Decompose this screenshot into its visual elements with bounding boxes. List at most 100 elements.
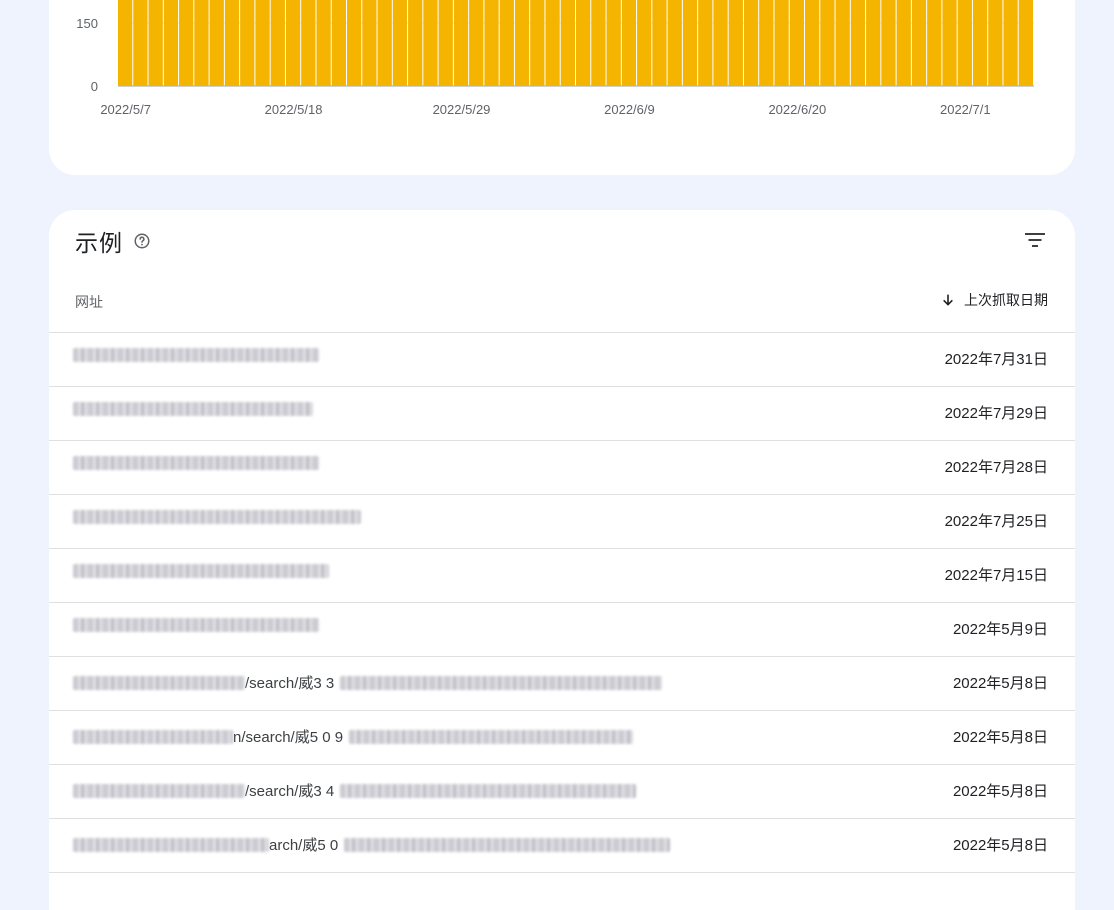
chart-bar[interactable] bbox=[469, 0, 484, 86]
chart-bar[interactable] bbox=[759, 0, 774, 86]
chart-bar[interactable] bbox=[484, 0, 499, 86]
chart-bar[interactable] bbox=[652, 0, 667, 86]
row-url[interactable] bbox=[73, 402, 313, 416]
chart-bar[interactable] bbox=[927, 0, 942, 86]
chart-bar[interactable] bbox=[728, 0, 743, 86]
x-tick-label: 2022/5/29 bbox=[433, 102, 491, 117]
chart-bar[interactable] bbox=[850, 0, 866, 87]
row-date: 2022年7月25日 bbox=[944, 513, 1048, 530]
table-row[interactable]: 2022年5月9日 bbox=[49, 603, 1075, 657]
chart-bar[interactable] bbox=[560, 0, 575, 86]
examples-header: 示例 bbox=[75, 224, 151, 258]
chart-bar[interactable] bbox=[163, 0, 179, 86]
column-header-url[interactable]: 网址 bbox=[75, 292, 103, 312]
chart-bar[interactable] bbox=[774, 0, 789, 86]
chart-bar[interactable] bbox=[957, 0, 972, 86]
chart-bar[interactable] bbox=[621, 0, 637, 86]
chart-bar[interactable] bbox=[331, 0, 346, 86]
chart-bar[interactable] bbox=[408, 0, 423, 86]
y-tick-label: 0 bbox=[91, 79, 98, 94]
chart-bar[interactable] bbox=[545, 0, 560, 86]
row-date: 2022年5月8日 bbox=[952, 783, 1048, 800]
row-date: 2022年5月8日 bbox=[952, 837, 1048, 854]
table-row[interactable]: 2022年7月28日 bbox=[49, 441, 1075, 495]
examples-title: 示例 bbox=[75, 230, 123, 256]
chart-bar[interactable] bbox=[820, 0, 835, 87]
column-header-date-label: 上次抓取日期 bbox=[964, 292, 1048, 308]
chart-bar[interactable] bbox=[591, 0, 606, 86]
chart-bar[interactable] bbox=[881, 0, 896, 86]
chart-bar[interactable] bbox=[453, 0, 469, 86]
chart-bar[interactable] bbox=[835, 0, 850, 87]
chart-bar[interactable] bbox=[713, 0, 728, 86]
chart-bar[interactable] bbox=[316, 0, 331, 86]
row-url[interactable]: arch/威5 0 bbox=[73, 834, 671, 855]
arrow-down-icon bbox=[940, 292, 956, 308]
table-row[interactable]: /search/威3 3 2022年5月8日 bbox=[49, 657, 1075, 711]
row-url[interactable] bbox=[73, 456, 319, 470]
chart-bar[interactable] bbox=[392, 0, 408, 86]
row-date: 2022年7月31日 bbox=[944, 351, 1048, 368]
x-tick-label: 2022/7/1 bbox=[940, 102, 991, 117]
row-date: 2022年5月8日 bbox=[952, 729, 1048, 746]
chart-bar[interactable] bbox=[347, 0, 362, 86]
chart-bar[interactable] bbox=[606, 0, 621, 86]
chart-bar[interactable] bbox=[499, 0, 514, 86]
chart-bar[interactable] bbox=[637, 0, 652, 86]
table-row[interactable]: 2022年7月25日 bbox=[49, 495, 1075, 549]
chart-bar[interactable] bbox=[438, 0, 453, 86]
chart-bar[interactable] bbox=[682, 0, 698, 86]
x-tick-label: 2022/6/9 bbox=[604, 102, 655, 117]
chart-bar[interactable] bbox=[255, 0, 270, 86]
chart-bar[interactable] bbox=[423, 0, 438, 86]
chart-bar[interactable] bbox=[911, 0, 927, 86]
row-url[interactable] bbox=[73, 618, 319, 632]
column-header-last-crawled[interactable]: 上次抓取日期 bbox=[940, 290, 1048, 310]
chart-bar[interactable] bbox=[301, 0, 316, 86]
chart-bar[interactable] bbox=[1018, 0, 1033, 86]
chart-bar[interactable] bbox=[514, 0, 530, 86]
row-url[interactable] bbox=[73, 564, 329, 578]
chart-bar[interactable] bbox=[285, 0, 301, 86]
table-row[interactable]: 2022年7月31日 bbox=[49, 333, 1075, 387]
chart-bar[interactable] bbox=[240, 0, 255, 86]
chart-bar[interactable] bbox=[1003, 0, 1018, 86]
row-url[interactable]: n/search/威5 0 9 bbox=[73, 726, 634, 747]
chart-bar[interactable] bbox=[698, 0, 713, 86]
table-row[interactable]: 2022年7月15日 bbox=[49, 549, 1075, 603]
row-url[interactable] bbox=[73, 510, 361, 524]
chart-bar[interactable] bbox=[667, 0, 682, 86]
chart-bar[interactable] bbox=[270, 0, 285, 86]
chart-bar[interactable] bbox=[362, 0, 377, 86]
chart-bar[interactable] bbox=[743, 0, 759, 86]
filter-icon[interactable] bbox=[1023, 228, 1047, 252]
chart-bar[interactable] bbox=[377, 0, 392, 86]
row-date: 2022年7月15日 bbox=[944, 567, 1048, 584]
row-url[interactable] bbox=[73, 348, 319, 362]
chart-bar[interactable] bbox=[942, 0, 957, 86]
chart-bar[interactable] bbox=[118, 0, 133, 86]
chart-bar[interactable] bbox=[179, 0, 194, 86]
table-row[interactable]: arch/威5 0 2022年5月8日 bbox=[49, 819, 1075, 873]
chart-bar[interactable] bbox=[789, 0, 804, 87]
chart-bar[interactable] bbox=[866, 0, 881, 87]
table-row[interactable]: 2022年7月29日 bbox=[49, 387, 1075, 441]
table-row[interactable]: n/search/威5 0 9 2022年5月8日 bbox=[49, 711, 1075, 765]
chart-bar[interactable] bbox=[972, 0, 988, 86]
chart-bar[interactable] bbox=[224, 0, 240, 86]
table-row[interactable]: /search/威3 4 2022年5月8日 bbox=[49, 765, 1075, 819]
chart-bar[interactable] bbox=[209, 0, 224, 86]
chart-bar[interactable] bbox=[988, 0, 1003, 86]
row-url[interactable]: /search/威3 4 bbox=[73, 780, 637, 801]
chart-bar[interactable] bbox=[576, 0, 591, 86]
chart-bar[interactable] bbox=[194, 0, 209, 86]
chart-bar[interactable] bbox=[530, 0, 545, 86]
x-tick-label: 2022/5/7 bbox=[100, 102, 151, 117]
chart-bar[interactable] bbox=[896, 0, 911, 86]
row-url[interactable]: /search/威3 3 bbox=[73, 672, 663, 693]
chart-bar[interactable] bbox=[805, 0, 820, 87]
chart-bar[interactable] bbox=[148, 0, 163, 86]
chart-bar[interactable] bbox=[133, 0, 148, 86]
help-circle-icon[interactable] bbox=[133, 232, 151, 250]
row-date: 2022年5月8日 bbox=[952, 675, 1048, 692]
